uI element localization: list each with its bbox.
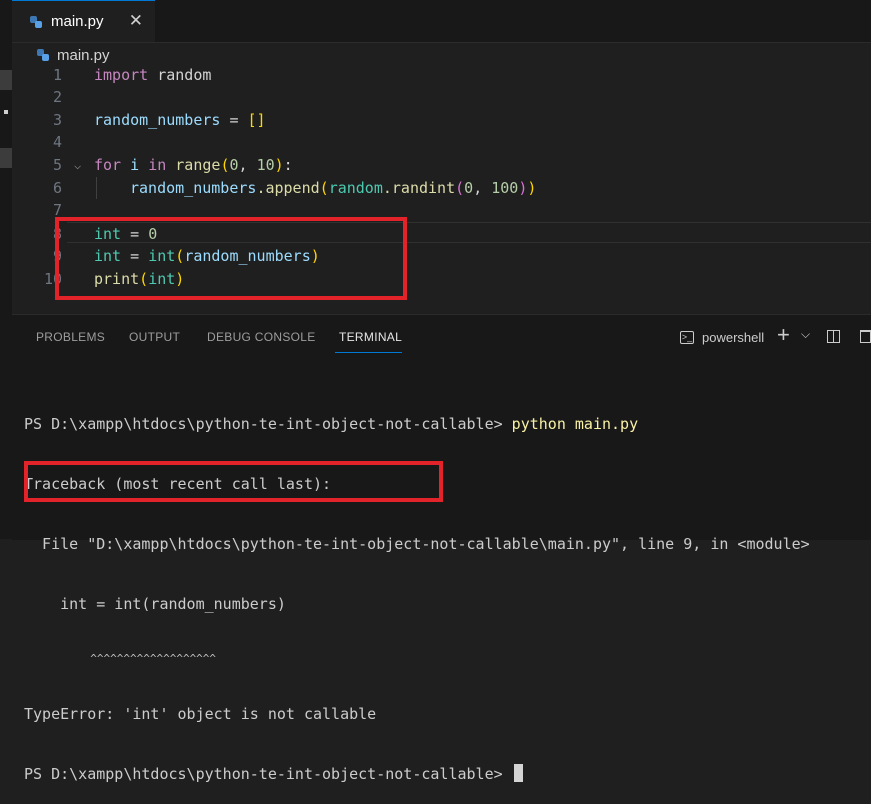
activity-indicator-2[interactable] — [0, 148, 12, 168]
comma: , — [473, 179, 492, 197]
highlight-box-code — [55, 217, 407, 300]
variable: random_numbers — [130, 179, 257, 197]
split-icon[interactable] — [827, 330, 840, 346]
line-number: 5 — [52, 156, 62, 174]
add-terminal-button[interactable]: + — [777, 322, 790, 348]
keyword: for — [94, 156, 122, 174]
colon: : — [283, 156, 293, 174]
operator: = — [220, 111, 248, 129]
fold-chevron-icon[interactable]: ⌵ — [74, 154, 81, 176]
number: 10 — [256, 156, 275, 174]
line-number: 2 — [52, 88, 62, 106]
prompt: PS D:\xampp\htdocs\python-te-int-object-… — [24, 765, 512, 783]
tab-debug-console[interactable]: DEBUG CONSOLE — [207, 330, 316, 344]
terminal-line: PS D:\xampp\htdocs\python-te-int-object-… — [24, 414, 810, 434]
bracket: ( — [319, 179, 329, 197]
code-line-4: 4 — [12, 131, 871, 153]
keyword: in — [148, 156, 167, 174]
prompt: PS D:\xampp\htdocs\python-te-int-object-… — [24, 415, 512, 433]
method: .randint — [382, 179, 456, 197]
module: random — [328, 179, 383, 197]
activity-dot — [4, 110, 8, 114]
indent-guide — [96, 177, 97, 199]
terminal-cursor — [513, 764, 523, 782]
line-number: 3 — [52, 111, 62, 129]
python-file-icon — [37, 49, 49, 61]
number: 100 — [491, 179, 519, 197]
tab-output[interactable]: OUTPUT — [129, 330, 180, 344]
line-number: 6 — [52, 179, 62, 197]
method: .append — [256, 179, 320, 197]
bracket: ) — [274, 156, 284, 174]
tab-label: main.py — [51, 13, 104, 30]
bracket: ) — [527, 179, 537, 197]
python-file-icon — [30, 15, 42, 28]
code-line-3: 3 random_numbers = [] — [12, 109, 871, 131]
chevron-down-icon[interactable]: ⌵ — [801, 327, 810, 342]
terminal-line: File "D:\xampp\htdocs\python-te-int-obje… — [24, 535, 810, 553]
brackets: [] — [247, 111, 266, 129]
code-line-5: 5 ⌵ for i in range(0, 10): — [12, 154, 871, 176]
shell-name[interactable]: powershell — [702, 330, 764, 345]
close-icon[interactable]: ✕ — [129, 12, 143, 30]
terminal-icon[interactable]: >_ — [680, 329, 694, 345]
highlight-box-error — [24, 461, 443, 502]
terminal-line: PS D:\xampp\htdocs\python-te-int-object-… — [24, 764, 810, 784]
line-number: 4 — [52, 133, 62, 151]
variable: i — [121, 156, 149, 174]
editor-tab-bar: main.py ✕ — [12, 0, 871, 43]
activity-indicator[interactable] — [0, 70, 12, 90]
code-line-2: 2 — [12, 86, 871, 108]
variable: random_numbers — [94, 111, 221, 129]
trash-icon[interactable] — [860, 330, 871, 346]
terminal-carets: ^^^^^^^^^^^^^^^^^^^ — [24, 652, 217, 665]
code-text: random — [148, 66, 212, 84]
terminal-line: int = int(random_numbers) — [24, 595, 286, 613]
bracket: ( — [455, 179, 465, 197]
tab-main-py[interactable]: main.py ✕ — [12, 0, 155, 42]
function: range — [175, 156, 221, 174]
activity-bar — [0, 0, 12, 539]
tab-problems[interactable]: PROBLEMS — [36, 330, 105, 344]
tab-terminal[interactable]: TERMINAL — [339, 330, 402, 344]
active-tab-indicator — [335, 352, 402, 353]
breadcrumb-file[interactable]: main.py — [57, 47, 110, 64]
command: python main.py — [511, 415, 639, 433]
comma: , — [238, 156, 257, 174]
keyword: import — [94, 66, 149, 84]
terminal-error: TypeError: 'int' object is not callable — [24, 705, 377, 723]
number: 0 — [229, 156, 239, 174]
terminal-output[interactable]: PS D:\xampp\htdocs\python-te-int-object-… — [24, 374, 810, 804]
code-line-1: 1 import random — [12, 64, 871, 86]
code-line-6: 6 random_numbers.append(random.randint(0… — [12, 177, 871, 199]
line-number: 1 — [52, 66, 62, 84]
number: 0 — [464, 179, 474, 197]
